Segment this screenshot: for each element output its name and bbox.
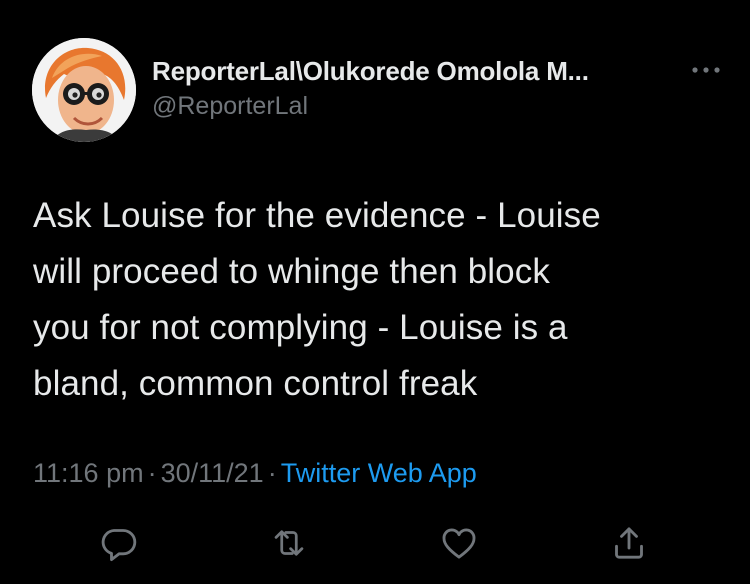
tweet-actions bbox=[0, 518, 750, 568]
reply-button[interactable] bbox=[94, 518, 144, 568]
share-icon bbox=[615, 527, 643, 559]
heart-icon bbox=[442, 528, 476, 559]
user-handle[interactable]: @ReporterLal bbox=[152, 92, 308, 121]
separator-dot: · bbox=[267, 458, 277, 488]
more-options-button[interactable] bbox=[686, 58, 726, 82]
reply-icon bbox=[101, 529, 137, 562]
tweet-metadata: 11:16 pm · 30/11/21 · Twitter Web App bbox=[33, 458, 477, 489]
like-button[interactable] bbox=[434, 518, 484, 568]
avatar[interactable] bbox=[32, 38, 136, 142]
display-name[interactable]: ReporterLal\Olukorede Omolola M... bbox=[152, 56, 589, 87]
share-button[interactable] bbox=[604, 518, 654, 568]
tweet-text: Ask Louise for the evidence - Louise wil… bbox=[33, 196, 601, 403]
retweet-icon bbox=[274, 530, 304, 556]
separator-dot: · bbox=[147, 458, 157, 488]
more-horizontal-icon bbox=[692, 67, 720, 73]
avatar-image bbox=[32, 38, 136, 142]
tweet-time[interactable]: 11:16 pm bbox=[33, 458, 144, 488]
tweet-date[interactable]: 30/11/21 bbox=[161, 458, 264, 488]
retweet-button[interactable] bbox=[264, 518, 314, 568]
tweet-source-link[interactable]: Twitter Web App bbox=[281, 458, 477, 488]
